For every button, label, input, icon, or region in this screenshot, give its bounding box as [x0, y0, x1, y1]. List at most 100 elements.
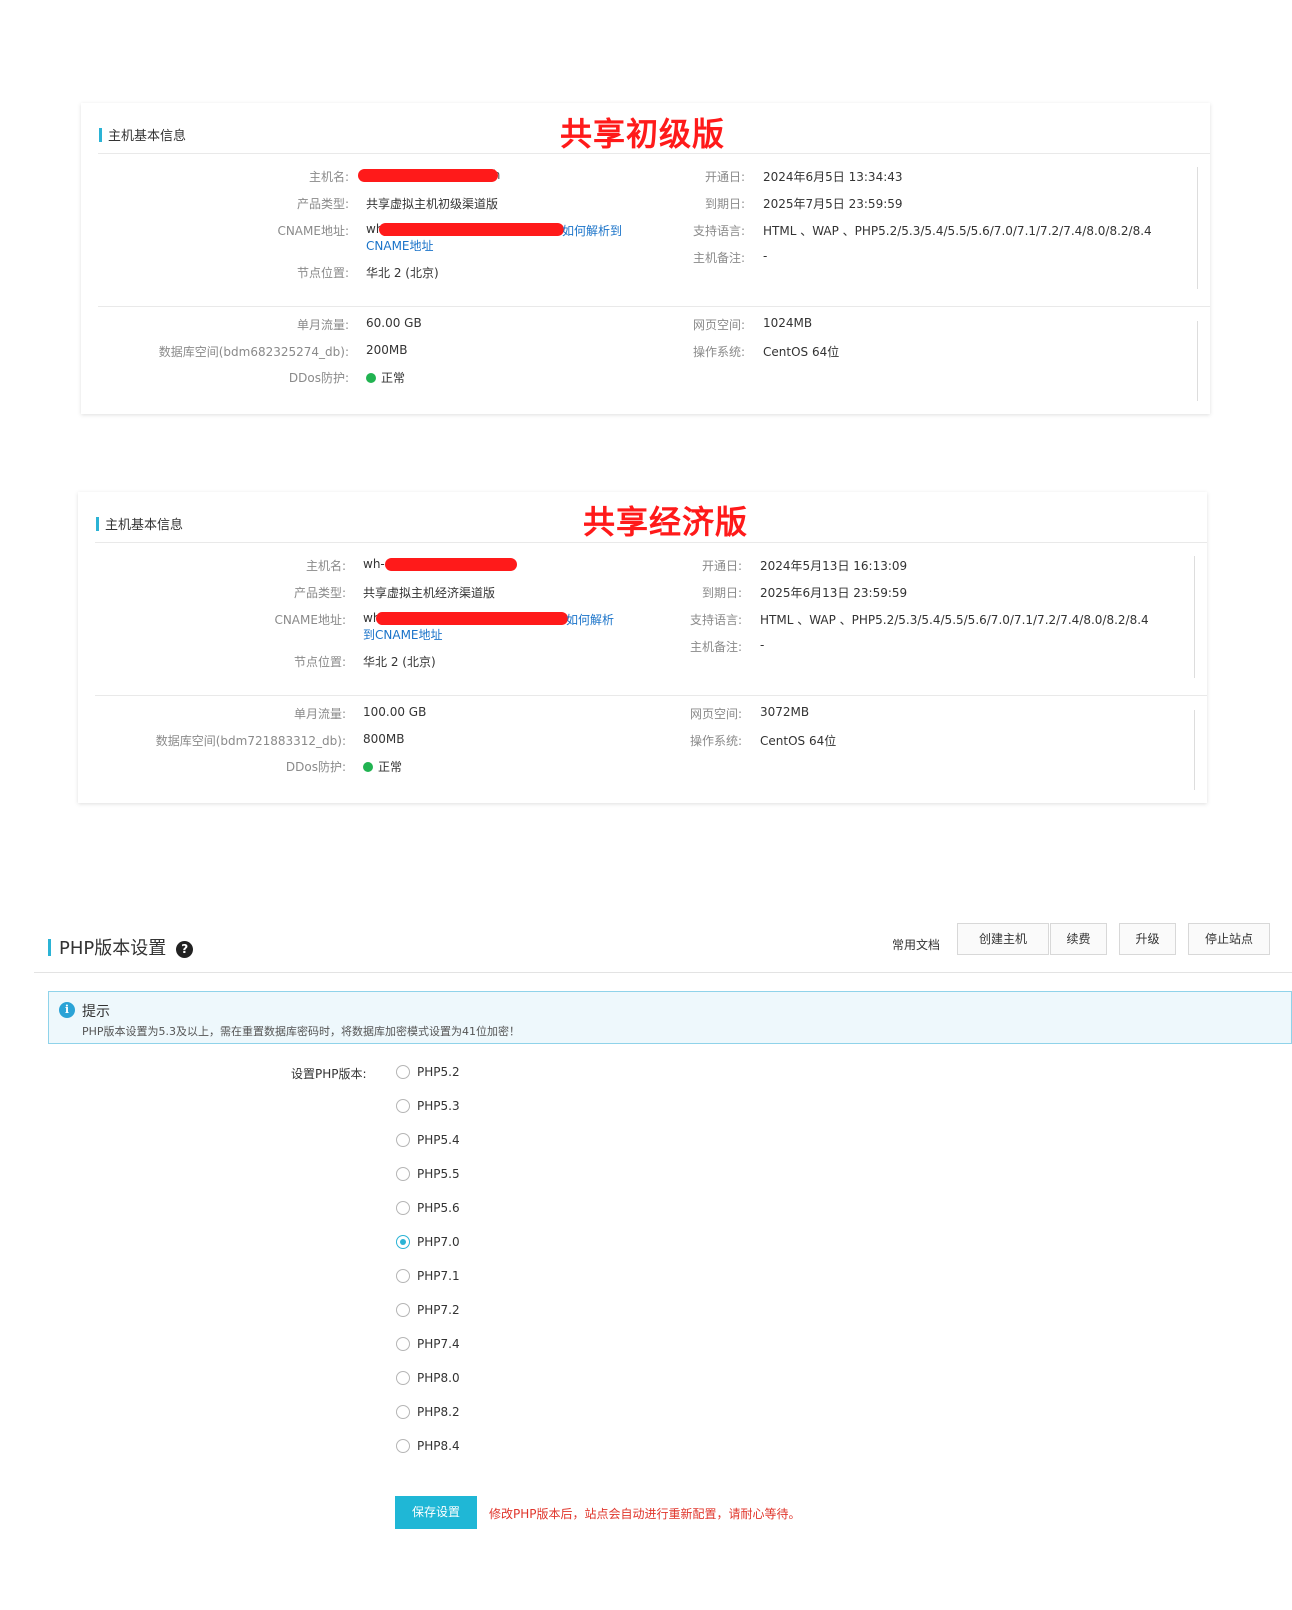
db-space-label: 数据库空间(bdm721883312_db):	[155, 734, 346, 748]
db-space-value: 200MB	[366, 343, 408, 357]
php-version-option-label: PHP5.5	[417, 1167, 460, 1181]
radio-circle[interactable]	[396, 1099, 410, 1113]
expire-date-value: 2025年6月13日 23:59:59	[760, 586, 908, 600]
php-version-option[interactable]: PHP5.2	[396, 1065, 460, 1079]
web-space-value: 3072MB	[760, 705, 810, 719]
upgrade-button[interactable]: 升级	[1119, 923, 1176, 955]
redaction-mark	[385, 558, 517, 571]
radio-circle[interactable]	[396, 1303, 410, 1317]
expire-date-value: 2025年7月5日 23:59:59	[763, 197, 903, 211]
create-host-button[interactable]: 创建主机	[957, 923, 1049, 955]
node-value: 华北 2 (北京)	[366, 266, 439, 280]
cname-label: CNAME地址:	[277, 224, 349, 238]
radio-circle[interactable]	[396, 1337, 410, 1351]
hostname-label: 主机名:	[305, 559, 346, 573]
traffic-value: 100.00 GB	[363, 705, 427, 719]
tip-text: PHP版本设置为5.3及以上，需在重置数据库密码时，将数据库加密模式设置为41位…	[82, 1025, 521, 1038]
cname-label: CNAME地址:	[274, 613, 346, 627]
traffic-label: 单月流量:	[296, 318, 349, 332]
php-version-option-label: PHP5.2	[417, 1065, 460, 1079]
php-version-option-label: PHP5.4	[417, 1133, 460, 1147]
languages-value: HTML 、WAP 、PHP5.2/5.3/5.4/5.5/5.6/7.0/7.…	[763, 224, 1152, 238]
php-version-option-label: PHP5.6	[417, 1201, 460, 1215]
status-ok-dot	[366, 373, 376, 383]
os-label: 操作系统:	[692, 345, 745, 359]
php-version-option[interactable]: PHP7.2	[396, 1303, 460, 1317]
plan-title: 共享初级版	[560, 115, 726, 153]
cname-help-link-cont[interactable]: 到CNAME地址	[363, 626, 443, 643]
save-button[interactable]: 保存设置	[395, 1496, 477, 1529]
php-version-option[interactable]: PHP7.1	[396, 1269, 460, 1283]
php-version-option-label: PHP5.3	[417, 1099, 460, 1113]
open-date-value: 2024年6月5日 13:34:43	[763, 170, 903, 184]
languages-value: HTML 、WAP 、PHP5.2/5.3/5.4/5.5/5.6/7.0/7.…	[760, 613, 1149, 627]
php-version-label: 设置PHP版本:	[291, 1067, 367, 1081]
product-type-value: 共享虚拟主机经济渠道版	[363, 586, 496, 600]
card-heading: 主机基本信息	[96, 514, 183, 533]
node-value: 华北 2 (北京)	[363, 655, 436, 669]
traffic-label: 单月流量:	[293, 707, 346, 721]
languages-label: 支持语言:	[689, 613, 742, 627]
os-value: CentOS 64位	[763, 345, 840, 359]
php-version-option-label: PHP8.2	[417, 1405, 460, 1419]
radio-circle[interactable]	[396, 1065, 410, 1079]
stop-site-button[interactable]: 停止站点	[1188, 923, 1270, 955]
cname-help-link-cont[interactable]: CNAME地址	[366, 237, 434, 254]
php-version-option[interactable]: PHP7.4	[396, 1337, 460, 1351]
node-label: 节点位置:	[296, 266, 349, 280]
web-space-label: 网页空间:	[692, 318, 745, 332]
php-version-option[interactable]: PHP5.4	[396, 1133, 460, 1147]
web-space-label: 网页空间:	[689, 707, 742, 721]
php-version-option-label: PHP8.0	[417, 1371, 460, 1385]
php-version-option[interactable]: PHP5.5	[396, 1167, 460, 1181]
php-version-option[interactable]: PHP7.0	[396, 1235, 460, 1249]
web-space-value: 1024MB	[763, 316, 813, 330]
redaction-mark	[376, 612, 568, 625]
db-space-value: 800MB	[363, 732, 405, 746]
db-space-label: 数据库空间(bdm682325274_db):	[158, 345, 349, 359]
php-version-option-label: PHP7.0	[417, 1235, 460, 1249]
expire-date-label: 到期日:	[704, 197, 745, 211]
product-type-label: 产品类型:	[296, 197, 349, 211]
languages-label: 支持语言:	[692, 224, 745, 238]
php-version-option-label: PHP7.4	[417, 1337, 460, 1351]
host-info-card-basic: 主机基本信息 共享初级版 主机名: wh-ah36jnhih85gea3h 产品…	[81, 103, 1210, 414]
ddos-label: DDos防护:	[288, 371, 349, 385]
radio-circle[interactable]	[396, 1405, 410, 1419]
hostname-label: 主机名:	[308, 170, 349, 184]
save-note: 修改PHP版本后，站点会自动进行重新配置，请耐心等待。	[489, 1507, 801, 1521]
open-date-label: 开通日:	[704, 170, 745, 184]
os-value: CentOS 64位	[760, 734, 837, 748]
plan-title: 共享经济版	[583, 503, 749, 541]
radio-circle[interactable]	[396, 1133, 410, 1147]
radio-circle[interactable]	[396, 1269, 410, 1283]
radio-circle[interactable]	[396, 1167, 410, 1181]
host-info-card-economy: 主机基本信息 共享经济版 主机名: wh- 产品类型: 共享虚拟主机经济渠道版 …	[78, 492, 1207, 803]
info-icon: i	[59, 1002, 75, 1018]
product-type-value: 共享虚拟主机初级渠道版	[366, 197, 499, 211]
php-version-option[interactable]: PHP8.2	[396, 1405, 460, 1419]
tip-title: 提示	[82, 1004, 110, 1020]
php-version-option[interactable]: PHP8.4	[396, 1439, 460, 1453]
radio-circle[interactable]	[396, 1439, 410, 1453]
open-date-value: 2024年5月13日 16:13:09	[760, 559, 908, 573]
ddos-status: 正常	[366, 369, 405, 386]
radio-circle[interactable]	[396, 1235, 410, 1249]
note-value: -	[763, 249, 768, 263]
php-version-option[interactable]: PHP5.3	[396, 1099, 460, 1113]
php-version-option-label: PHP7.2	[417, 1303, 460, 1317]
radio-circle[interactable]	[396, 1371, 410, 1385]
php-version-option[interactable]: PHP5.6	[396, 1201, 460, 1215]
radio-circle[interactable]	[396, 1201, 410, 1215]
traffic-value: 60.00 GB	[366, 316, 422, 330]
ddos-label: DDos防护:	[285, 760, 346, 774]
renew-button[interactable]: 续费	[1050, 923, 1107, 955]
php-version-option-label: PHP7.1	[417, 1269, 460, 1283]
open-date-label: 开通日:	[701, 559, 742, 573]
php-version-option[interactable]: PHP8.0	[396, 1371, 460, 1385]
card-heading: 主机基本信息	[99, 125, 186, 144]
php-version-option-label: PHP8.4	[417, 1439, 460, 1453]
docs-link[interactable]: 常用文档	[892, 936, 940, 953]
question-circle-icon[interactable]: ?	[176, 941, 194, 958]
redaction-mark	[379, 223, 564, 236]
